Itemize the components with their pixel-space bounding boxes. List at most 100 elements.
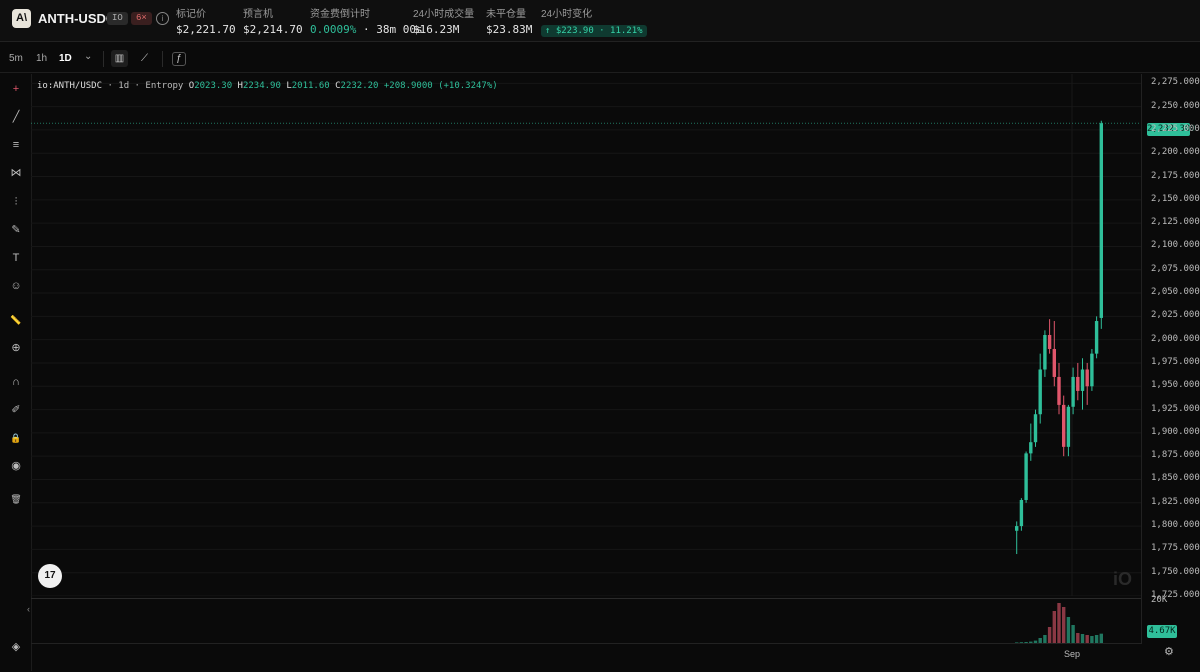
stat-label: 24小时变化 [541, 9, 593, 20]
candle [1043, 335, 1047, 370]
stat-value: $2,214.70 [243, 23, 303, 36]
y-tick-label: 1,750.000 [1151, 566, 1200, 577]
volume-bar [1062, 607, 1066, 643]
candle [1080, 369, 1085, 391]
volume-bar [1047, 627, 1052, 643]
y-tick-label: 2,025.000 [1151, 310, 1200, 321]
legend-open: 2023.30 [194, 81, 233, 91]
time-axis[interactable]: Sep [31, 643, 1141, 672]
magnet-icon[interactable]: ∩ [9, 375, 23, 389]
indicators-icon[interactable]: ƒ [172, 52, 186, 66]
y-tick-label: 2,050.000 [1151, 287, 1200, 298]
layers-icon[interactable]: ◈ [9, 640, 23, 654]
y-tick-label: 1,725.000 [1151, 590, 1200, 600]
timeframe-dropdown-icon[interactable]: ⌄ [84, 51, 92, 62]
text-icon[interactable]: T [9, 251, 23, 265]
stat-label: 预言机 [243, 9, 273, 20]
legend-interval: 1d [118, 81, 130, 91]
candles-icon[interactable]: ▥ [111, 50, 128, 67]
stat-open-interest: 未平仓量 $23.83M [486, 5, 532, 36]
legend-high: 2234.90 [242, 81, 281, 91]
chart-settings-icon[interactable]: ⚙ [1164, 645, 1174, 658]
candle [1029, 442, 1033, 454]
ohlc-legend: io:ANTH/USDC · 1d · Entropy O2023.30 H22… [37, 81, 498, 91]
toolbar-divider [103, 51, 104, 67]
watermark-logo: iO [1113, 569, 1133, 589]
volume-bar [1090, 636, 1094, 643]
timeframe-1d[interactable]: 1D [59, 53, 72, 64]
line-chart-icon[interactable]: ⟋ [136, 50, 153, 67]
tradingview-logo[interactable]: 17 [38, 564, 62, 588]
timeframe-5m[interactable]: 5m [9, 53, 23, 64]
y-tick-label: 1,925.000 [1151, 403, 1200, 414]
candle [1057, 376, 1061, 405]
stat-label: 未平仓量 [486, 9, 526, 20]
legend-close: 2232.20 [340, 81, 379, 91]
candle [1071, 376, 1075, 407]
stat-value: $2,221.70 [176, 23, 236, 36]
y-tick-label: 1,950.000 [1151, 380, 1200, 391]
lock-icon[interactable]: 🔒 [9, 431, 23, 445]
crosshair-icon[interactable]: + [9, 82, 23, 96]
x-tick-label: Sep [1064, 649, 1081, 659]
eye-icon[interactable]: ◉ [9, 459, 23, 473]
y-tick-label: 2,100.000 [1151, 240, 1200, 251]
y-tick-label: 2,150.000 [1151, 193, 1200, 204]
y-tick-label: 2,075.000 [1151, 263, 1200, 274]
stat-funding: 资金费倒计时 0.0009% · 38m 00s [310, 5, 423, 36]
brush-icon[interactable]: ✎ [9, 223, 23, 237]
fib-icon[interactable]: ⫶ [9, 195, 23, 209]
stat-mark-price: 标记价 $2,221.70 [176, 5, 236, 36]
candle [1066, 406, 1071, 447]
candle [1038, 369, 1042, 415]
stat-change-24h: 24小时变化 ↑ $223.90 · 11.21% [541, 5, 647, 37]
stat-value: $23.83M [486, 23, 533, 36]
emoji-icon[interactable]: ☺ [9, 279, 23, 293]
y-tick-label: 1,875.000 [1151, 450, 1200, 461]
market-header: A\ ANTH-USDC IO 6× i 标记价 $2,221.70 预言机 $… [0, 0, 1200, 42]
trash-icon[interactable]: 🗑 [9, 492, 23, 506]
toolbar-divider [162, 51, 163, 67]
chart-toolbar: 5m 1h 1D ⌄ ▥ ⟋ ƒ [0, 45, 1200, 73]
volume-bar [1043, 635, 1047, 643]
stat-label: 24小时成交量 [413, 9, 475, 20]
volume-bar [1071, 625, 1075, 643]
y-tick-label: 1,850.000 [1151, 473, 1200, 484]
candle [1062, 404, 1066, 447]
timeframe-1h[interactable]: 1h [36, 53, 47, 64]
trend-line-icon[interactable]: ╱ [9, 110, 23, 124]
candle [1094, 321, 1099, 354]
ruler-icon[interactable]: 📏 [9, 313, 23, 327]
change-pill: ↑ $223.90 · 11.21% [541, 25, 647, 37]
pattern-icon[interactable]: ⋈ [9, 166, 23, 180]
zoom-in-icon[interactable]: ⊕ [9, 341, 23, 355]
candle [1047, 335, 1052, 349]
y-tick-label: 1,975.000 [1151, 356, 1200, 367]
volume-tag: 4.67K [1147, 625, 1177, 638]
volume-bar [1099, 633, 1103, 643]
volume-bar [1052, 611, 1056, 643]
candle [1076, 376, 1080, 391]
info-icon[interactable]: i [156, 12, 169, 25]
market-logo[interactable]: A\ [12, 9, 31, 28]
volume-bar [1080, 634, 1085, 643]
price-chart[interactable] [31, 74, 1141, 596]
stat-volume-24h: 24小时成交量 $16.23M [413, 5, 474, 36]
candle [1052, 348, 1056, 377]
funding-separator: · [356, 23, 377, 36]
parallel-lines-icon[interactable]: ≡ [9, 138, 23, 152]
y-tick-label: 1,775.000 [1151, 543, 1200, 554]
venue-badge: IO [107, 12, 128, 25]
y-tick-label: 2,000.000 [1151, 333, 1200, 344]
price-axis[interactable]: 2,232.300 20K 4.67K 2,275.000 2,250.000 2,… [1141, 74, 1200, 644]
pair-selector[interactable]: ANTH-USDC [38, 11, 115, 26]
lock-drawings-icon[interactable]: ✐ [9, 403, 23, 417]
collapse-pane-icon[interactable]: ‹ [27, 604, 30, 614]
volume-bar [1094, 635, 1099, 643]
y-tick-label: 2,175.000 [1151, 170, 1200, 181]
stat-oracle: 预言机 $2,214.70 [243, 5, 303, 36]
candle [1090, 353, 1094, 387]
y-tick-label: 2,250.000 [1151, 100, 1200, 111]
y-tick-label: 2,125.000 [1151, 217, 1200, 228]
legend-change: +208.9000 (+10.3247%) [383, 81, 498, 91]
